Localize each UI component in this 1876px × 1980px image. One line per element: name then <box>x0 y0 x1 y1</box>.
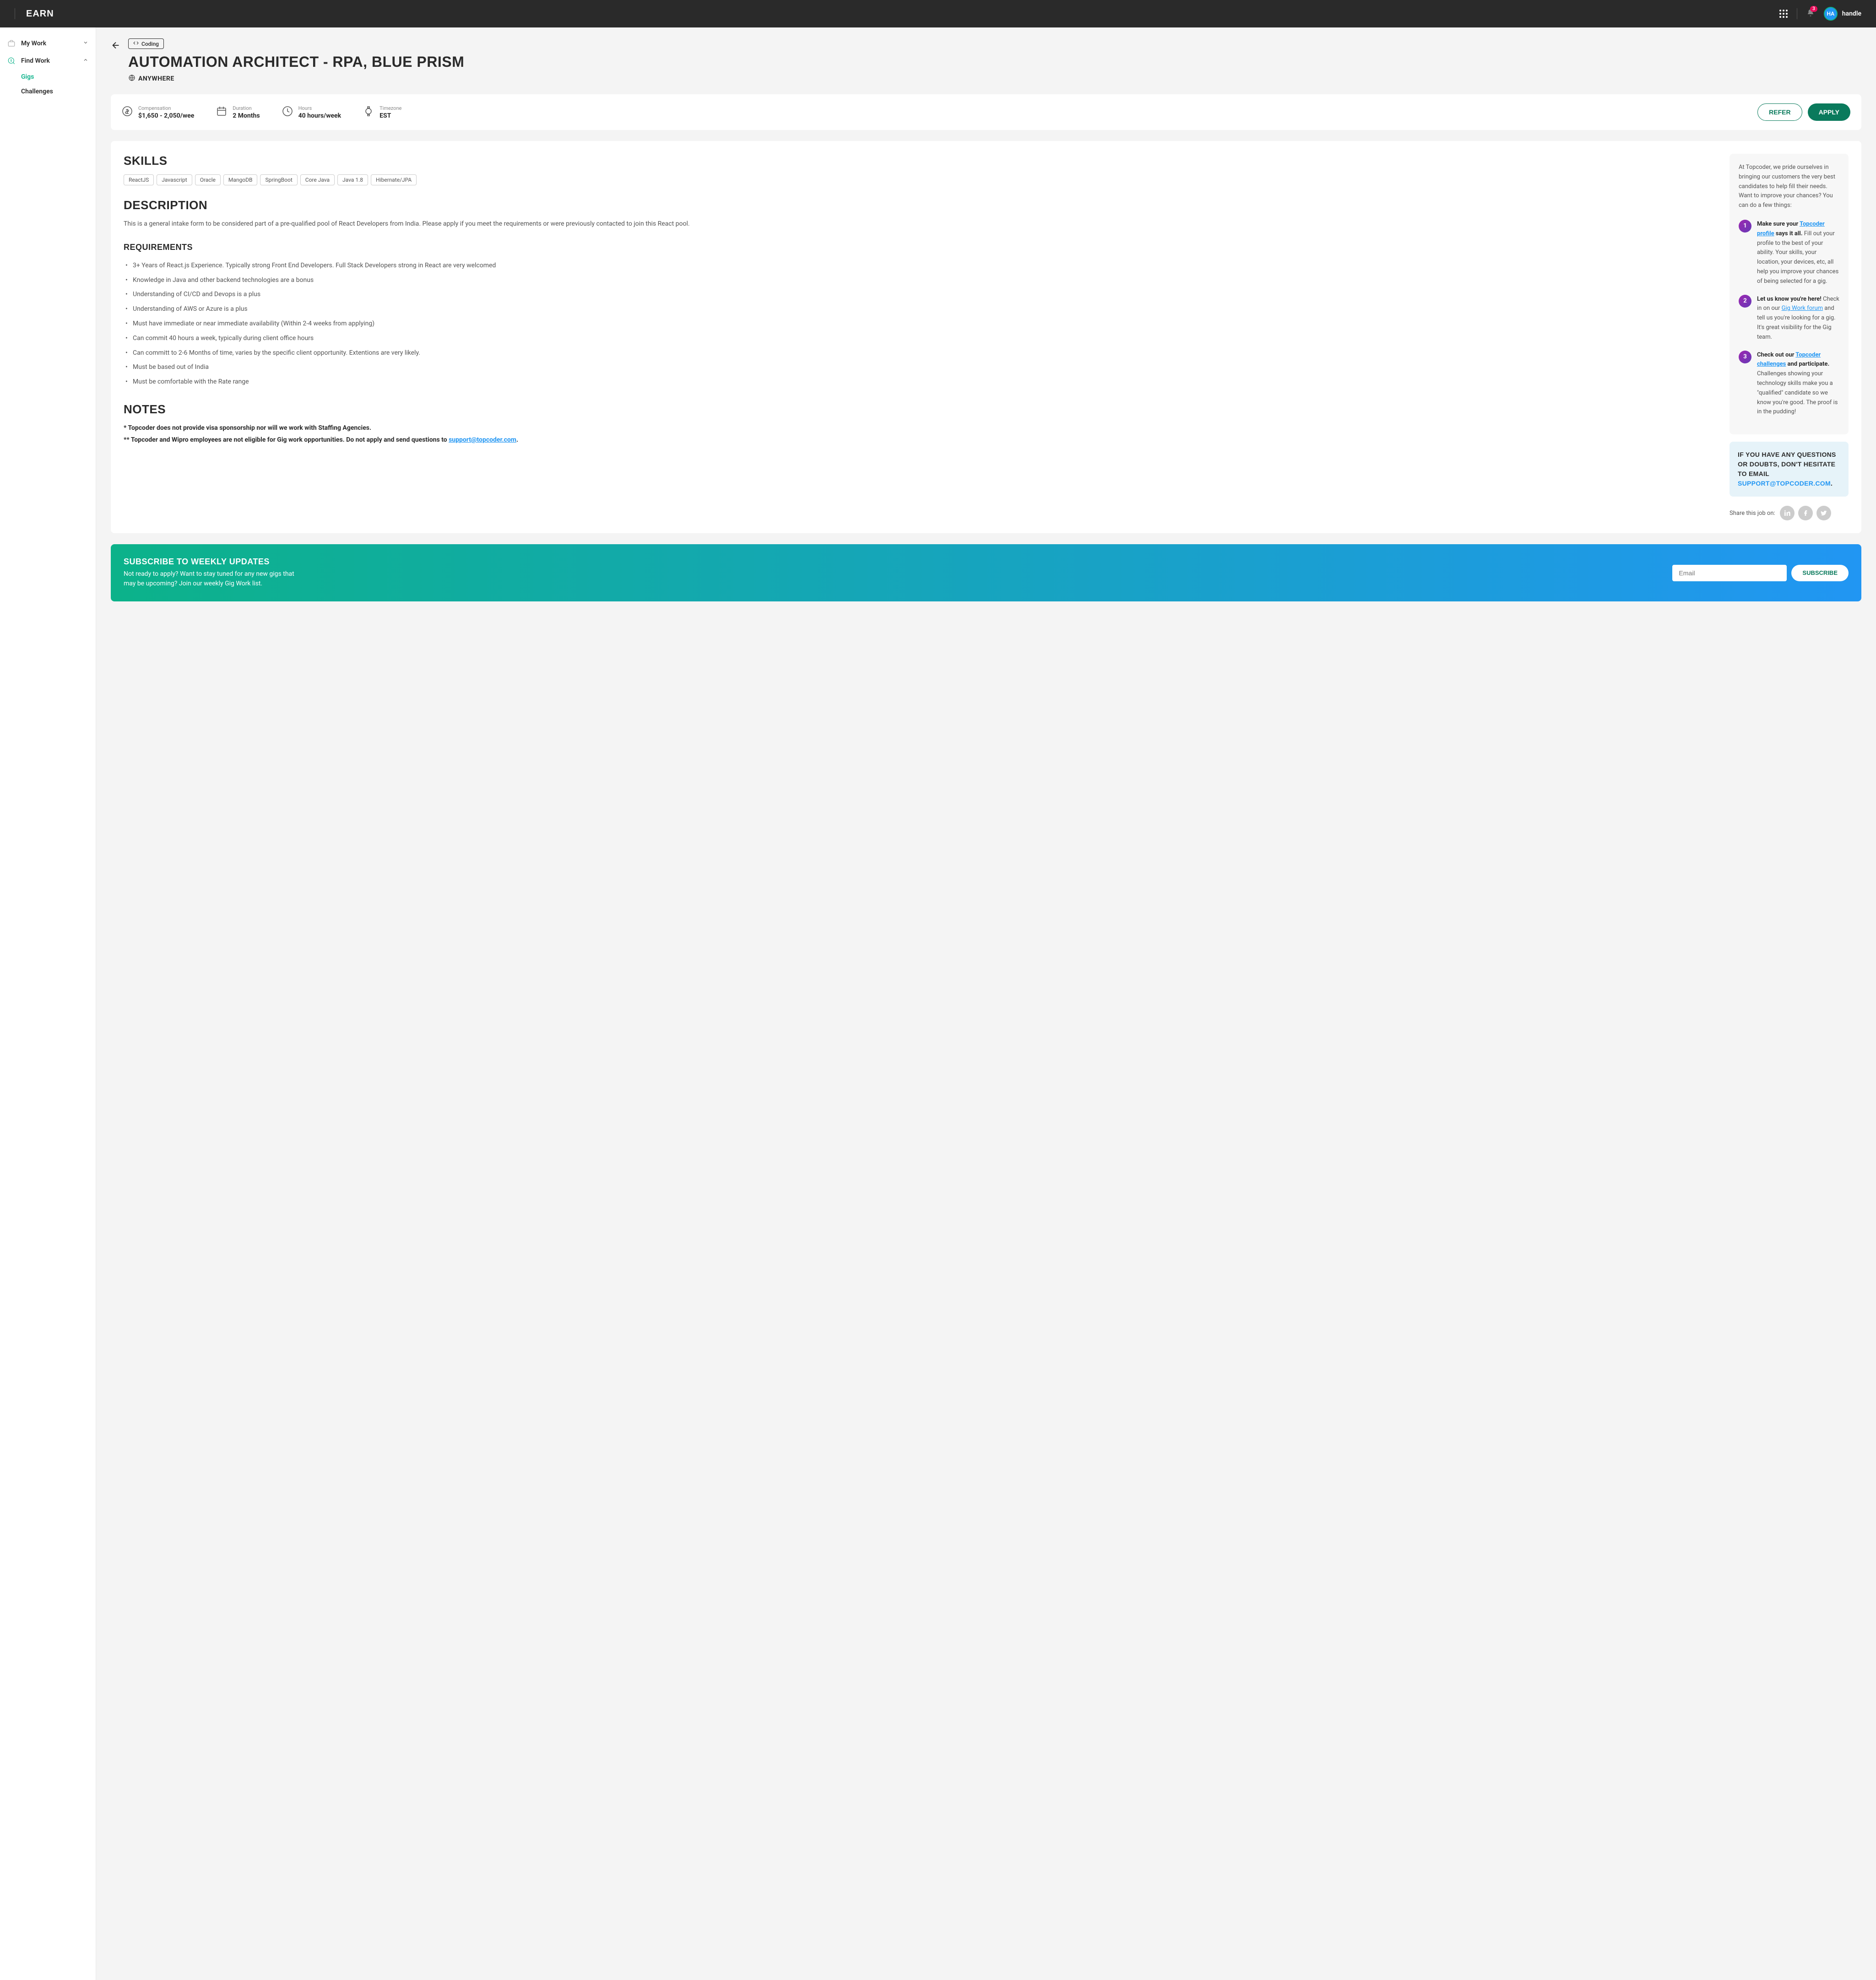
category-label: Coding <box>141 41 159 47</box>
subscribe-email-input[interactable] <box>1672 565 1787 581</box>
stat-label: Hours <box>298 105 342 111</box>
twitter-icon[interactable] <box>1816 506 1831 520</box>
user-handle: handle <box>1842 10 1861 17</box>
location-text: ANYWHERE <box>138 75 174 82</box>
skills-heading: SKILLS <box>124 154 1715 168</box>
subscribe-box: SUBSCRIBE TO WEEKLY UPDATES Not ready to… <box>111 544 1861 601</box>
app-header: EARN 3 HA handle <box>0 0 1876 27</box>
briefcase-icon <box>7 39 16 48</box>
avatar: HA <box>1824 7 1838 21</box>
description-text: This is a general intake form to be cons… <box>124 219 1715 230</box>
requirements-heading: REQUIREMENTS <box>124 243 1715 252</box>
stat-value: 40 hours/week <box>298 112 342 119</box>
questions-box: IF YOU HAVE ANY QUESTIONS OR DOUBTS, DON… <box>1730 442 1849 497</box>
notes-heading: NOTES <box>124 402 1715 417</box>
support-email-link[interactable]: support@topcoder.com <box>449 436 516 444</box>
stat-label: Compensation <box>138 105 194 111</box>
skill-tag: SpringBoot <box>260 174 297 185</box>
stat-duration: Duration 2 Months <box>216 105 260 119</box>
stat-label: Timezone <box>380 105 401 111</box>
tip-item-3: 3 Check out our Topcoder challenges and … <box>1739 351 1839 417</box>
support-email[interactable]: SUPPORT@TOPCODER.COM <box>1738 480 1831 487</box>
sidebar-label: Find Work <box>21 57 50 65</box>
tips-box: At Topcoder, we pride ourselves in bring… <box>1730 154 1849 434</box>
stat-timezone: Timezone EST <box>363 105 401 119</box>
tip-number: 3 <box>1739 351 1751 363</box>
stat-value: EST <box>380 112 401 119</box>
requirement-item: Can commit 40 hours a week, typically du… <box>124 331 1715 346</box>
questions-text: IF YOU HAVE ANY QUESTIONS OR DOUBTS, DON… <box>1738 450 1840 488</box>
requirement-item: Must have immediate or near immediate av… <box>124 317 1715 331</box>
requirement-item: Must be comfortable with the Rate range <box>124 375 1715 390</box>
notes-line-1: * Topcoder does not provide visa sponsor… <box>124 423 1715 434</box>
apply-button[interactable]: APPLY <box>1808 103 1850 121</box>
tip-item-1: 1 Make sure your Topcoder profile says i… <box>1739 220 1839 287</box>
status-bar: Compensation $1,650 - 2,050/wee Duration… <box>111 94 1861 130</box>
tip-text: Let us know you're here! Check in on our… <box>1757 295 1839 342</box>
share-row: Share this job on: <box>1730 506 1849 520</box>
notes-line-2: ** Topcoder and Wipro employees are not … <box>124 435 1715 446</box>
chevron-down-icon <box>83 40 88 47</box>
tips-intro: At Topcoder, we pride ourselves in bring… <box>1739 163 1839 211</box>
back-button[interactable] <box>111 38 121 83</box>
sidebar-sub-challenges[interactable]: Challenges <box>21 84 96 99</box>
requirement-item: 3+ Years of React.js Experience. Typical… <box>124 259 1715 273</box>
clock-icon <box>282 106 293 119</box>
description-heading: DESCRIPTION <box>124 198 1715 212</box>
subscribe-desc: Not ready to apply? Want to stay tuned f… <box>124 569 298 589</box>
skill-tag: Java 1.8 <box>337 174 368 185</box>
tip-text: Make sure your Topcoder profile says it … <box>1757 220 1839 287</box>
linkedin-icon[interactable] <box>1780 506 1795 520</box>
requirement-item: Can committ to 2-6 Months of time, varie… <box>124 346 1715 361</box>
svg-text:$: $ <box>10 59 12 63</box>
location: ANYWHERE <box>128 74 464 83</box>
notification-badge: 3 <box>1810 6 1817 12</box>
sidebar-item-find-work[interactable]: $ Find Work <box>0 52 96 70</box>
category-tag: Coding <box>128 38 164 49</box>
requirement-item: Must be based out of India <box>124 360 1715 375</box>
stat-label: Duration <box>233 105 260 111</box>
subscribe-button[interactable]: SUBSCRIBE <box>1791 565 1849 581</box>
app-title: EARN <box>26 9 54 19</box>
gig-work-forum-link[interactable]: Gig Work forum <box>1782 305 1823 312</box>
sidebar-item-my-work[interactable]: My Work <box>0 35 96 52</box>
calendar-icon <box>216 106 227 119</box>
requirement-item: Knowledge in Java and other backend tech… <box>124 273 1715 288</box>
tip-number: 1 <box>1739 220 1751 233</box>
user-menu[interactable]: HA handle <box>1824 7 1861 21</box>
stat-compensation: Compensation $1,650 - 2,050/wee <box>122 105 194 119</box>
skill-tag: Javascript <box>157 174 192 185</box>
sidebar-label: My Work <box>21 40 46 47</box>
dollar-icon <box>122 106 133 119</box>
globe-icon <box>128 74 136 83</box>
code-icon <box>133 40 139 47</box>
sidebar-sub-gigs[interactable]: Gigs <box>21 70 96 84</box>
requirement-item: Understanding of AWS or Azure is a plus <box>124 302 1715 317</box>
skill-tag: Core Java <box>300 174 335 185</box>
requirements-list: 3+ Years of React.js Experience. Typical… <box>124 259 1715 390</box>
facebook-icon[interactable] <box>1798 506 1813 520</box>
chevron-up-icon <box>83 57 88 65</box>
skill-tag: MangoDB <box>223 174 258 185</box>
notifications-button[interactable]: 3 <box>1806 9 1815 19</box>
stat-hours: Hours 40 hours/week <box>282 105 342 119</box>
requirement-item: Understanding of CI/CD and Devops is a p… <box>124 287 1715 302</box>
page-title: AUTOMATION ARCHITECT - RPA, BLUE PRISM <box>128 54 464 70</box>
refer-button[interactable]: REFER <box>1757 103 1802 121</box>
tip-text: Check out our Topcoder challenges and pa… <box>1757 351 1839 417</box>
skill-tag: Hibernate/JPA <box>371 174 417 185</box>
skills-tags: ReactJS Javascript Oracle MangoDB Spring… <box>124 174 1715 185</box>
search-dollar-icon: $ <box>7 57 16 65</box>
stat-value: 2 Months <box>233 112 260 119</box>
share-label: Share this job on: <box>1730 510 1775 517</box>
tip-item-2: 2 Let us know you're here! Check in on o… <box>1739 295 1839 342</box>
sidebar: My Work $ Find Work Gigs Challenges <box>0 27 96 1980</box>
skill-tag: Oracle <box>195 174 221 185</box>
apps-grid-icon[interactable] <box>1779 10 1788 18</box>
skill-tag: ReactJS <box>124 174 154 185</box>
subscribe-title: SUBSCRIBE TO WEEKLY UPDATES <box>124 557 1661 567</box>
tip-number: 2 <box>1739 295 1751 308</box>
stat-value: $1,650 - 2,050/wee <box>138 112 194 119</box>
watch-icon <box>363 106 374 119</box>
